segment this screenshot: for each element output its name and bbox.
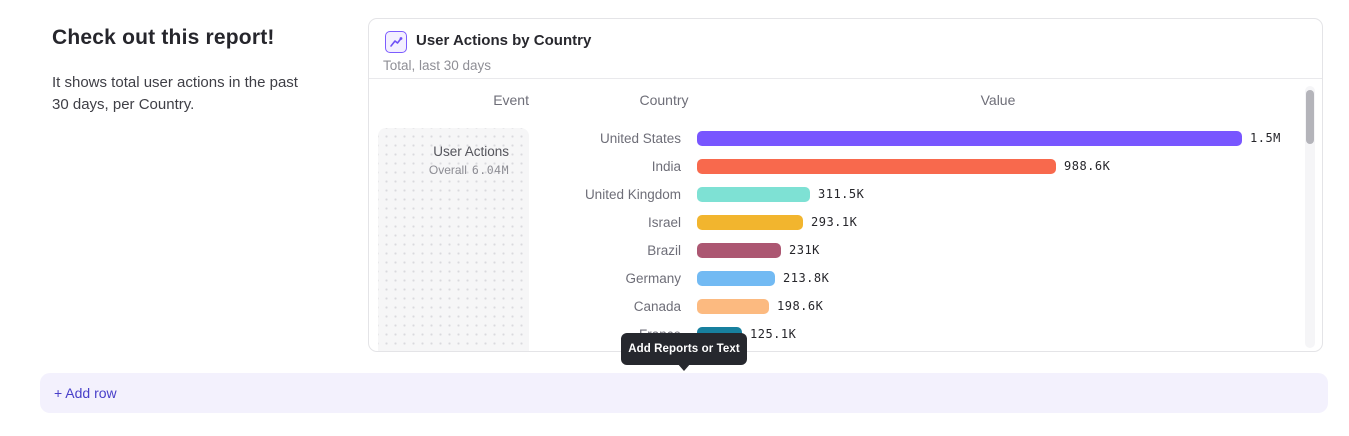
- report-card[interactable]: User Actions by Country Total, last 30 d…: [368, 18, 1323, 352]
- page-title: Check out this report!: [52, 26, 302, 50]
- chart-row: India 988.6K: [369, 152, 1302, 180]
- page-description: It shows total user actions in the past …: [52, 72, 302, 115]
- country-label: Brazil: [369, 243, 681, 258]
- tooltip-label: Add Reports or Text: [628, 343, 740, 355]
- chart-row: Canada 198.6K: [369, 292, 1302, 320]
- scrollbar-track[interactable]: [1305, 86, 1315, 348]
- column-header-event: Event: [369, 92, 529, 108]
- value-bar[interactable]: [697, 271, 775, 286]
- add-reports-tooltip: Add Reports or Text: [621, 333, 747, 365]
- add-row-label: + Add row: [54, 385, 117, 401]
- value-label: 1.5M: [1250, 131, 1281, 145]
- add-row-button[interactable]: + Add row: [40, 373, 1328, 413]
- country-label: Germany: [369, 271, 681, 286]
- country-label: Canada: [369, 299, 681, 314]
- value-label: 293.1K: [811, 215, 857, 229]
- chart-row: France125.1K: [369, 320, 1302, 348]
- value-bar[interactable]: [697, 187, 810, 202]
- line-chart-icon: [385, 31, 407, 53]
- chart-row: Germany 213.8K: [369, 264, 1302, 292]
- report-card-header: User Actions by Country Total, last 30 d…: [369, 19, 1322, 79]
- value-label: 231K: [789, 243, 820, 257]
- chart-row: Israel 293.1K: [369, 208, 1302, 236]
- report-chart-body: Event Country Value User Actions Overall…: [369, 80, 1322, 351]
- value-label: 988.6K: [1064, 159, 1110, 173]
- report-title: User Actions by Country: [416, 32, 591, 49]
- column-header-value: Value: [933, 92, 1063, 108]
- value-bar[interactable]: [697, 299, 769, 314]
- value-label: 198.6K: [777, 299, 823, 313]
- intro-block: Check out this report! It shows total us…: [52, 26, 302, 115]
- scrollbar-thumb[interactable]: [1306, 90, 1314, 144]
- chart-rows: United States 1.5M India 988.6K United Kingd…: [369, 124, 1302, 348]
- country-label: Israel: [369, 215, 681, 230]
- country-label: United Kingdom: [369, 187, 681, 202]
- column-header-country: Country: [599, 92, 729, 108]
- chart-row: Brazil 231K: [369, 236, 1302, 264]
- chart-row: United States 1.5M: [369, 124, 1302, 152]
- value-bar[interactable]: [697, 215, 803, 230]
- value-label: 311.5K: [818, 187, 864, 201]
- country-label: United States: [369, 131, 681, 146]
- country-label: India: [369, 159, 681, 174]
- value-bar[interactable]: [697, 243, 781, 258]
- chart-row: United Kingdom 311.5K: [369, 180, 1302, 208]
- value-bar[interactable]: [697, 159, 1056, 174]
- tooltip-arrow: [677, 363, 691, 371]
- value-label: 213.8K: [783, 271, 829, 285]
- value-label: 125.1K: [750, 327, 796, 341]
- report-subtitle: Total, last 30 days: [383, 58, 491, 73]
- value-bar[interactable]: [697, 131, 1242, 146]
